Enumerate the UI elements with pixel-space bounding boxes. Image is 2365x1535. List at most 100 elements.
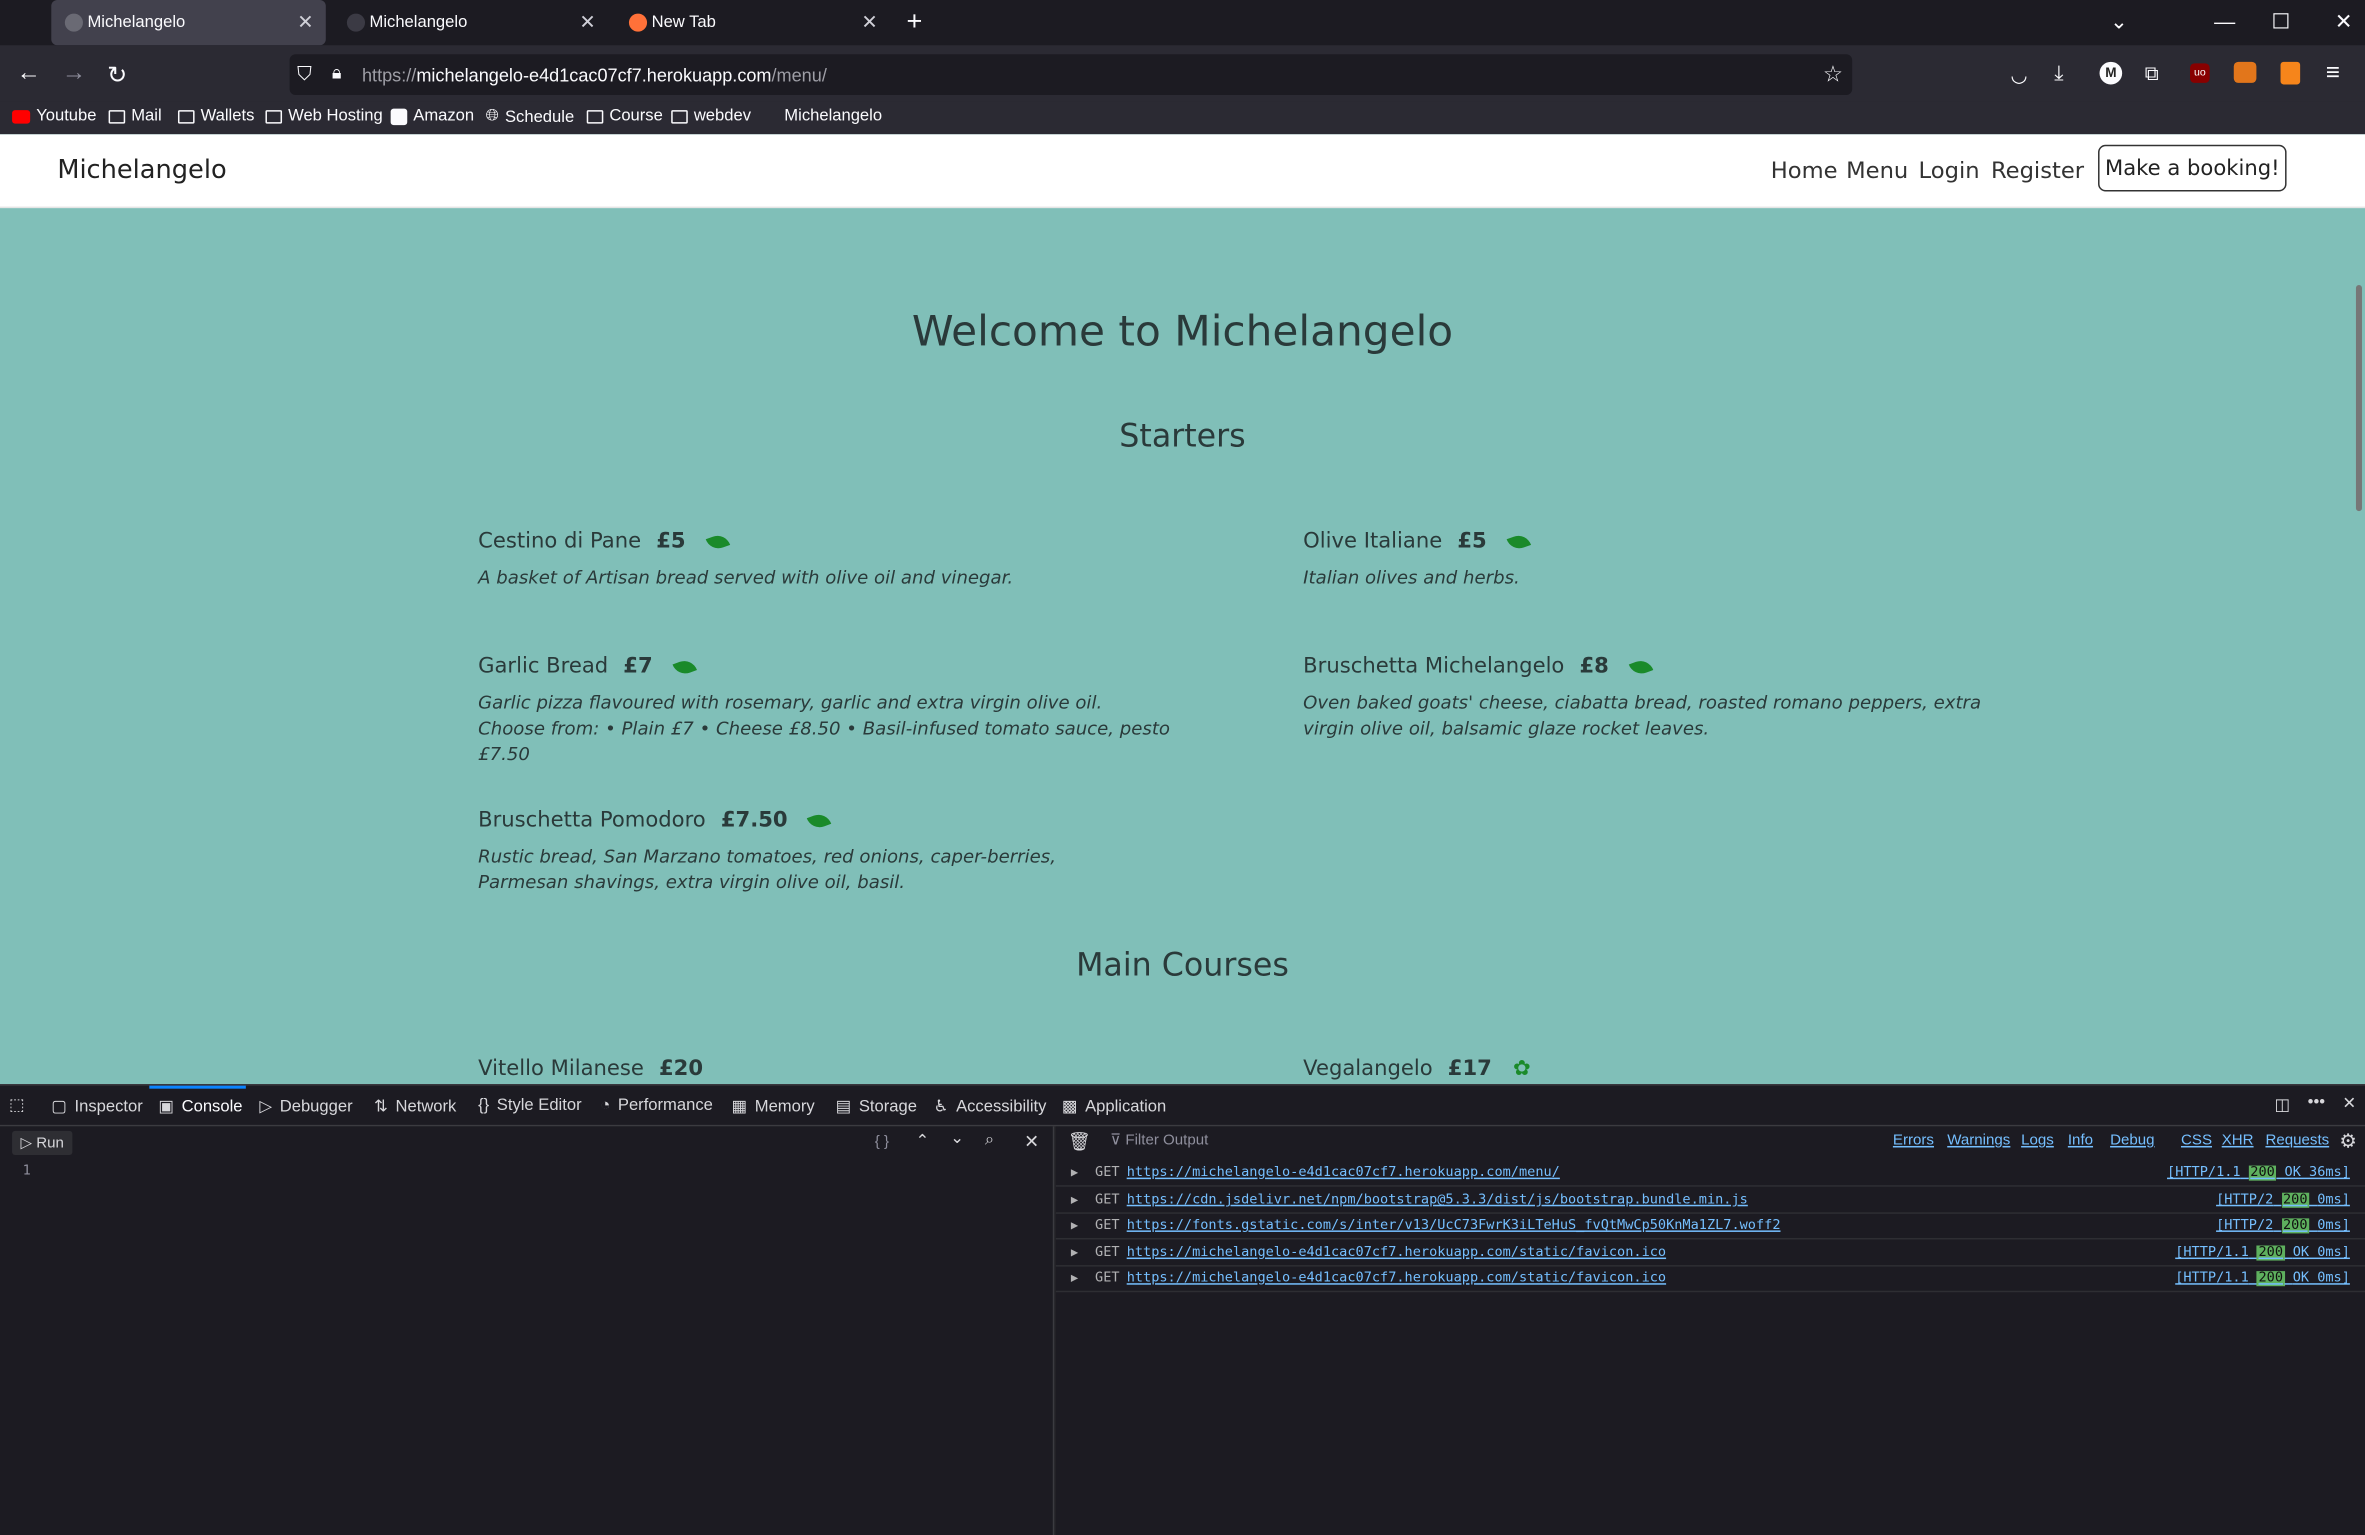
filter-css[interactable]: CSS xyxy=(2181,1132,2212,1149)
forward-icon[interactable]: → xyxy=(62,60,86,87)
tab-accessibility[interactable]: ♿︎ Accessibility xyxy=(934,1096,1047,1116)
bookmark-course[interactable]: Course xyxy=(586,107,663,125)
tab-application[interactable]: ▩ Application xyxy=(1062,1096,1166,1116)
new-tab-icon[interactable]: + xyxy=(906,6,922,38)
close-tab-icon[interactable]: ✕ xyxy=(297,11,313,35)
item-price: £20 xyxy=(658,1057,704,1082)
tab-memory[interactable]: ▦ Memory xyxy=(732,1096,815,1116)
filter-debug[interactable]: Debug xyxy=(2110,1132,2154,1149)
log-row[interactable]: ▶ GET https://michelangelo-e4d1cac07cf7.he… xyxy=(1055,1241,2365,1267)
bookmark-star-icon[interactable]: ☆ xyxy=(1823,60,1843,88)
filter-warnings[interactable]: Warnings xyxy=(1947,1132,2010,1149)
log-url[interactable]: https://michelangelo-e4d1cac07cf7.heroku… xyxy=(1127,1271,1666,1286)
tab-storage[interactable]: ▤ Storage xyxy=(836,1096,917,1116)
expand-arrow-icon[interactable]: ▶ xyxy=(1071,1245,1078,1259)
log-status[interactable]: [HTTP/1.1 200 OK 0ms] xyxy=(2175,1271,2350,1287)
filter-input[interactable]: ⊽ Filter Output xyxy=(1110,1132,1208,1149)
expand-arrow-icon[interactable]: ▶ xyxy=(1071,1193,1078,1207)
filter-requests[interactable]: Requests xyxy=(2265,1132,2329,1149)
close-tab-icon[interactable]: ✕ xyxy=(579,11,595,35)
url-text[interactable]: https://michelangelo-e4d1cac07cf7.heroku… xyxy=(362,65,827,86)
account-icon[interactable]: M xyxy=(2099,61,2123,85)
menu-item: Cestino di Pane £5 A basket of Artisan br… xyxy=(478,529,1172,591)
site-brand[interactable]: Michelangelo xyxy=(57,155,226,185)
back-icon[interactable]: ← xyxy=(17,60,41,87)
browser-tab[interactable]: New Tab ✕ xyxy=(615,0,890,45)
nav-link-login[interactable]: Login xyxy=(1919,157,1980,184)
more-options-icon[interactable]: ••• xyxy=(2308,1093,2325,1111)
filter-logs[interactable]: Logs xyxy=(2021,1132,2054,1149)
dock-icon[interactable]: ◫ xyxy=(2275,1095,2291,1114)
log-row[interactable]: ▶ GET https://michelangelo-e4d1cac07cf7.he… xyxy=(1055,1161,2365,1187)
log-status[interactable]: [HTTP/2 200 0ms] xyxy=(2216,1218,2350,1234)
nav-link-menu[interactable]: Menu xyxy=(1846,157,1908,184)
expand-arrow-icon[interactable]: ▶ xyxy=(1071,1166,1078,1180)
log-url[interactable]: https://michelangelo-e4d1cac07cf7.heroku… xyxy=(1127,1166,1560,1181)
tab-console[interactable]: ▣ Console xyxy=(158,1096,242,1116)
tab-style-editor[interactable]: {} Style Editor xyxy=(478,1096,581,1114)
log-status[interactable]: [HTTP/1.1 200 OK 36ms] xyxy=(2167,1165,2350,1181)
minimize-icon[interactable]: — xyxy=(2214,9,2235,33)
tab-debugger[interactable]: ▷ Debugger xyxy=(259,1096,352,1116)
log-url[interactable]: https://michelangelo-e4d1cac07cf7.heroku… xyxy=(1127,1245,1666,1260)
close-devtools-icon[interactable]: ✕ xyxy=(2342,1093,2356,1113)
log-status[interactable]: [HTTP/2 200 0ms] xyxy=(2216,1192,2350,1208)
reload-icon[interactable]: ↻ xyxy=(107,60,127,90)
menu-item: Bruschetta Michelangelo £8 Oven baked goa… xyxy=(1303,654,1997,741)
run-button[interactable]: ▷ Run xyxy=(12,1130,73,1156)
tab-inspector[interactable]: ▢ Inspector xyxy=(51,1096,142,1116)
bookmark-wallets[interactable]: Wallets xyxy=(177,107,254,125)
history-down-icon[interactable]: ⌄ xyxy=(950,1128,964,1147)
tab-label: Performance xyxy=(617,1096,713,1115)
filter-info[interactable]: Info xyxy=(2068,1132,2093,1149)
url-bar[interactable]: ⛉ 🔒︎ https://michelangelo-e4d1cac07cf7.h… xyxy=(289,54,1853,95)
filter-xhr[interactable]: XHR xyxy=(2222,1132,2254,1149)
trash-icon[interactable]: 🗑︎ xyxy=(1068,1131,1091,1152)
maximize-icon[interactable]: ☐ xyxy=(2271,9,2290,35)
extension-icon[interactable] xyxy=(2280,61,2301,85)
tab-network[interactable]: ⇅ Network xyxy=(374,1096,456,1116)
window-close-icon[interactable]: ✕ xyxy=(2335,9,2353,35)
ublock-icon[interactable]: uo xyxy=(2190,63,2210,83)
log-row[interactable]: ▶ GET https://cdn.jsdelivr.net/npm/bootstr… xyxy=(1055,1188,2365,1214)
page-scrollbar[interactable] xyxy=(2355,284,2362,512)
downloads-icon[interactable]: ⤓ xyxy=(2054,60,2063,86)
search-icon[interactable]: ⌕ xyxy=(985,1131,994,1151)
shield-icon[interactable]: ⛉ xyxy=(297,62,312,86)
close-editor-icon[interactable]: ✕ xyxy=(1024,1131,1039,1152)
chevron-down-icon[interactable]: ⌄ xyxy=(2110,9,2128,35)
log-row[interactable]: ▶ GET https://fonts.gstatic.com/s/inter/v1… xyxy=(1055,1214,2365,1240)
console-editor[interactable]: ▷ Run 1 { } ⌃ ⌄ ⌕ ✕ xyxy=(0,1126,1055,1535)
extensions-icon[interactable]: ⧉ xyxy=(2145,62,2159,86)
log-row[interactable]: ▶ GET https://michelangelo-e4d1cac07cf7.he… xyxy=(1055,1267,2365,1293)
filter-errors[interactable]: Errors xyxy=(1893,1132,1934,1149)
make-booking-button[interactable]: Make a booking! xyxy=(2098,144,2287,192)
nav-link-home[interactable]: Home xyxy=(1771,157,1838,184)
expand-arrow-icon[interactable]: ▶ xyxy=(1071,1218,1078,1232)
bookmark-mail[interactable]: Mail xyxy=(108,107,162,125)
log-status[interactable]: [HTTP/1.1 200 OK 0ms] xyxy=(2175,1245,2350,1261)
history-up-icon[interactable]: ⌃ xyxy=(916,1131,930,1150)
element-picker-icon[interactable]: ⬚ xyxy=(9,1095,25,1114)
bookmark-amazon[interactable]: Amazon xyxy=(390,107,474,125)
bookmark-michelangelo[interactable]: Michelangelo xyxy=(765,107,882,125)
browser-tab-active[interactable]: Michelangelo ✕ xyxy=(51,0,326,46)
close-tab-icon[interactable]: ✕ xyxy=(861,11,877,35)
log-url[interactable]: https://fonts.gstatic.com/s/inter/v13/Uc… xyxy=(1127,1218,1781,1233)
pretty-print-icon[interactable]: { } xyxy=(875,1134,889,1151)
bookmark-schedule[interactable]: 🌐︎ Schedule xyxy=(486,107,575,127)
nav-link-register[interactable]: Register xyxy=(1991,157,2084,184)
pocket-icon[interactable]: ◡ xyxy=(2011,63,2028,87)
bookmark-youtube[interactable]: Youtube xyxy=(12,107,97,125)
tab-performance[interactable]: ◔ Performance xyxy=(600,1096,713,1114)
bookmark-webdev[interactable]: webdev xyxy=(671,107,751,125)
metamask-icon[interactable] xyxy=(2233,61,2257,83)
log-url[interactable]: https://cdn.jsdelivr.net/npm/bootstrap@5… xyxy=(1127,1193,1748,1208)
bookmark-web-hosting[interactable]: Web Hosting xyxy=(265,107,383,125)
expand-arrow-icon[interactable]: ▶ xyxy=(1071,1271,1078,1285)
filter-placeholder: Filter Output xyxy=(1125,1132,1209,1149)
menu-icon[interactable]: ≡ xyxy=(2326,60,2340,87)
lock-icon[interactable]: 🔒︎ xyxy=(332,62,342,85)
browser-tab[interactable]: Michelangelo ✕ xyxy=(333,0,608,45)
settings-gear-icon[interactable]: ⚙ xyxy=(2339,1129,2357,1153)
